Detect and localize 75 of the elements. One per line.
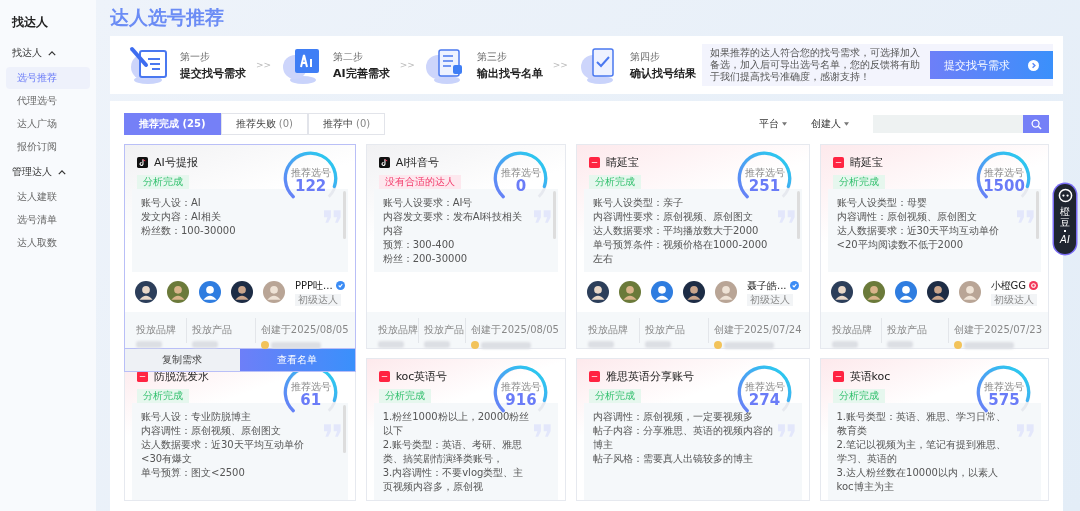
footer-label: 投放品牌 xyxy=(136,324,176,335)
requirement-text: 账号人设类型：母婴 xyxy=(836,196,928,210)
step-title: 确认找号结果 xyxy=(629,65,696,81)
requirement-text: 帖子内容：分享雅思、英语的视频内容的博主 xyxy=(592,424,774,452)
requirement-text: 内容调性要求：原创视频、原创图文 xyxy=(592,210,754,224)
footer-label: 创建于2025/08/05 xyxy=(260,324,349,335)
requirement-text: 达人数据要求：平均播放数大于2000 xyxy=(592,224,760,238)
step-number: 第三步 xyxy=(476,49,508,64)
level-badge: 初级达人 xyxy=(990,293,1037,306)
footer-label: 创建于2025/07/24 xyxy=(713,324,802,335)
requirement-text: 账号人设：AI xyxy=(141,196,202,210)
status-tag: 分析完成 xyxy=(378,389,431,403)
requirement-text: 1.粉丝1000粉以上，20000粉丝以下 xyxy=(382,410,531,438)
requirement-text: 帖子风格：需要真人出镜较多的博主 xyxy=(592,452,754,466)
step-arrow: >> xyxy=(256,60,272,70)
requirement-text: 预算：300-400 xyxy=(382,238,456,252)
footer-label: 投放产品 xyxy=(423,324,464,335)
step-title: 输出找号名单 xyxy=(476,65,543,81)
footer-label: 创建于2025/08/05 xyxy=(471,324,559,335)
step-number: 第二步 xyxy=(333,49,365,64)
requirement-text: 粉丝数：100-30000 xyxy=(141,224,237,238)
requirement-text: 3.内容调性：不要vlog类型、主页视频内容多，原创视 xyxy=(382,466,525,494)
requirement-text: 内容发文要求：发布AI科技相关内容 xyxy=(382,210,524,238)
requirement-text: 1.账号类型：英语、雅思、学习日常、教育类 xyxy=(836,410,1008,438)
card-title: 英语koc xyxy=(849,369,891,384)
card-title: koc英语号 xyxy=(395,369,448,384)
page-title: 达人选号推荐 xyxy=(110,5,225,30)
footer-label: 投放产品 xyxy=(644,324,685,335)
requirement-text: 内容调性：原创视频、原创图文 xyxy=(836,210,978,224)
footer-label: 投放品牌 xyxy=(377,324,418,335)
requirement-text: 账号人设要求：AI号 xyxy=(382,196,474,210)
step-title: AI完善需求 xyxy=(333,65,390,81)
footer-label: 创建于2025/07/23 xyxy=(954,324,1042,335)
creator-name: 聂子皓... xyxy=(746,278,787,293)
status-tag: 分析完成 xyxy=(137,389,189,403)
step-number: 第一步 xyxy=(180,49,211,64)
step-arrow: >> xyxy=(399,60,415,70)
card-title: 雅思英语分享账号 xyxy=(605,369,694,384)
status-tag: 没有合适的达人 xyxy=(378,175,461,189)
requirement-text: 内容调性：原创视频，一定要视频多 xyxy=(592,410,754,424)
requirement-text: 2.笔记以视频为主，笔记有提到雅思、学习、英语的 xyxy=(836,438,1008,466)
creator-name: 小橙GG xyxy=(990,278,1026,293)
status-tag: 分析完成 xyxy=(137,175,189,189)
sidebar-title: 找达人 xyxy=(11,14,49,31)
requirement-text: 账号人设类型：亲子 xyxy=(592,196,684,210)
level-badge: 初级达人 xyxy=(295,293,341,306)
status-tag: 分析完成 xyxy=(832,175,885,189)
requirement-text: 单号预算条件：视频价格在1000-2000左右 xyxy=(592,238,769,266)
footer-label: 投放品牌 xyxy=(831,324,872,335)
requirement-text: 达人数据要求：近30天平均互动单价<20平均阅读数不低于2000 xyxy=(836,224,1001,252)
notice-text: 如果推荐的达人符合您的找号需求，可选择加入备选，加入后可导出选号名单，您的反馈将有助于我们提高找号准确度，感谢支持！ xyxy=(710,47,921,83)
creator-name: PPP吐... xyxy=(295,278,333,293)
requirement-text: 2.账号类型：英语、考研、雅思类、搞笑剧情演绎类账号， xyxy=(382,438,524,466)
card-title: AI号提报 xyxy=(154,155,198,170)
card-title: 睛延宝 xyxy=(849,155,883,170)
status-tag: 分析完成 xyxy=(588,389,641,403)
status-tag: 分析完成 xyxy=(588,175,641,189)
requirement-text: 达人数据要求：近30天平均互动单价<30有爆文 xyxy=(141,438,305,466)
requirement-text: 发文内容：AI相关 xyxy=(141,210,222,224)
requirement-text: 账号人设：专业防脱博主 xyxy=(141,410,252,424)
status-tag: 分析完成 xyxy=(832,389,885,403)
footer-label: 投放产品 xyxy=(886,324,927,335)
step-title: 提交找号需求 xyxy=(180,65,246,81)
requirement-text: 3.达人粉丝数在10000以内，以素人koc博主为主 xyxy=(836,466,999,494)
requirement-text: 内容调性：原创视频、原创图文 xyxy=(141,424,282,438)
requirement-text: 单号预算：图文<2500 xyxy=(141,466,246,480)
card-title: 防脱洗发水 xyxy=(154,369,209,384)
card-title: AI抖音号 xyxy=(395,155,440,170)
step-number: 第四步 xyxy=(629,49,661,64)
card-title: 睛延宝 xyxy=(605,155,639,170)
requirement-text: 粉丝：200-30000 xyxy=(382,252,469,266)
footer-label: 投放品牌 xyxy=(587,324,628,335)
level-badge: 初级达人 xyxy=(746,293,793,306)
step-arrow: >> xyxy=(552,60,568,70)
footer-label: 投放产品 xyxy=(192,324,233,335)
